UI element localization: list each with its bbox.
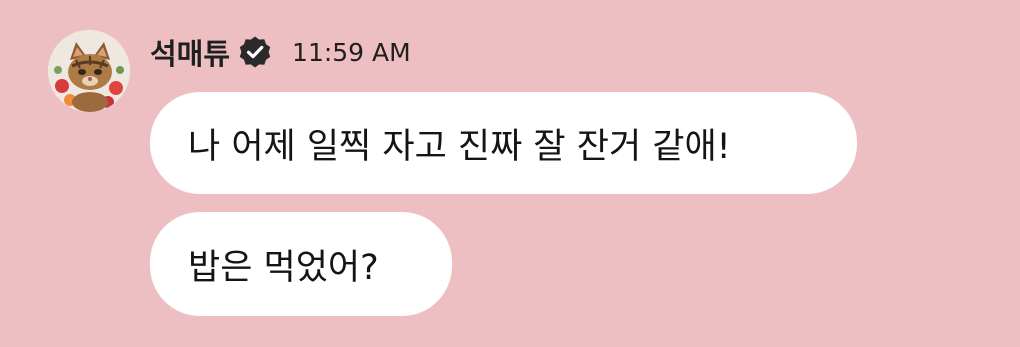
sender-name[interactable]: 석매튜 (150, 31, 230, 73)
message-timestamp: 11:59 AM (292, 37, 411, 67)
message-text: 밥은 먹었어? (188, 247, 379, 288)
message-header: 석매튜 11:59 AM (150, 28, 411, 76)
message-bubble[interactable]: 밥은 먹었어? (150, 212, 452, 316)
verified-badge-icon (238, 35, 272, 69)
message-bubble[interactable]: 나 어제 일찍 자고 진짜 잘 잔거 같애! (150, 92, 857, 194)
cat-avatar-image (48, 30, 130, 112)
avatar[interactable] (48, 30, 130, 112)
message-text: 나 어제 일찍 자고 진짜 잘 잔거 같애! (188, 126, 731, 167)
